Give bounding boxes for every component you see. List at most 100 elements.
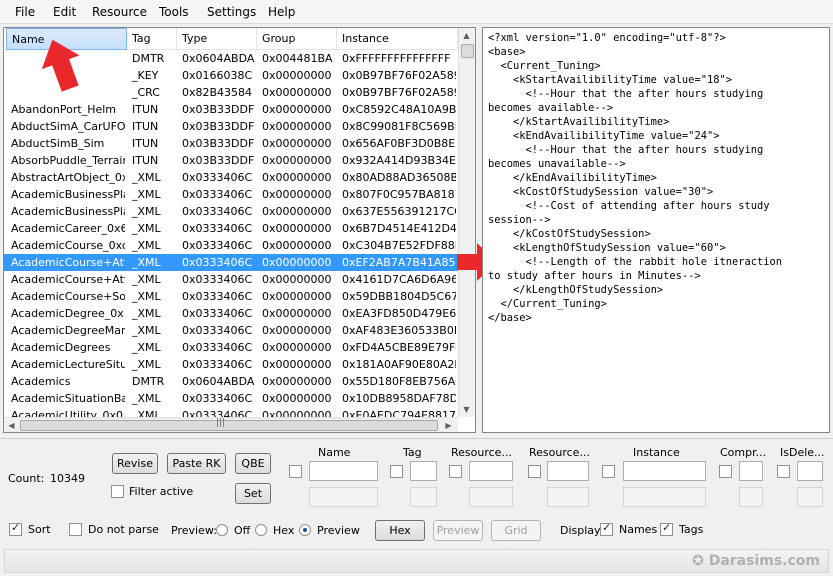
cell-tag: _XML	[132, 307, 161, 320]
filter-name-checkbox[interactable]	[289, 465, 302, 478]
column-header-tag[interactable]: Tag	[127, 28, 177, 50]
table-row[interactable]: AcademicCourse_0xc... _XML 0x0333406C 0x000…	[4, 237, 458, 254]
vertical-scrollbar[interactable]: ▲ ▼	[458, 28, 475, 417]
cell-tag: ITUN	[132, 154, 159, 167]
cell-name: AcademicDegreeMan...	[11, 324, 125, 337]
table-row[interactable]: AbductSimA_CarUFO ITUN 0x03B33DDF 0x0000000…	[4, 118, 458, 135]
revise-button[interactable]: Revise	[112, 453, 158, 474]
table-row[interactable]: AcademicBusinessPla... _XML 0x0333406C 0x00…	[4, 186, 458, 203]
filter-resource-group-checkbox[interactable]	[528, 465, 541, 478]
menu-edit[interactable]: Edit	[53, 5, 76, 19]
hex-button[interactable]: Hex	[375, 520, 425, 541]
scroll-thumb[interactable]	[461, 44, 474, 58]
menu-bar: File Edit Resource Tools Settings Help	[0, 0, 833, 24]
preview-preview-label: Preview	[317, 524, 360, 537]
table-row[interactable]: AcademicCourse+Att... _XML 0x0333406C 0x000…	[4, 271, 458, 288]
table-row[interactable]: AcademicCareer_0x6... _XML 0x0333406C 0x000…	[4, 220, 458, 237]
table-row[interactable]: AcademicUtility_0x0... _XML 0x0333406C 0x00…	[4, 407, 458, 417]
preview-preview-radio[interactable]	[299, 524, 311, 536]
scroll-right-icon[interactable]: ▶	[441, 418, 456, 432]
cell-instance: 0x0B97BF76F02A5899	[342, 69, 456, 82]
table-row[interactable]: AcademicDegrees _XML 0x0333406C 0x00000000 0…	[4, 339, 458, 356]
xml-line: <kLengthOfStudySession value="60">	[488, 242, 726, 254]
cell-instance: 0x0B97BF76F02A5899	[342, 86, 456, 99]
preview-off-radio[interactable]	[216, 524, 228, 536]
cell-group: 0x00000000	[262, 69, 332, 82]
filter-resource-type-checkbox[interactable]	[449, 465, 462, 478]
preview-hex-radio[interactable]	[255, 524, 267, 536]
cell-instance: 0xAF483E360533B0B0	[342, 324, 456, 337]
table-row[interactable]: Academics DMTR 0x0604ABDA 0x00000000 0x55D18…	[4, 373, 458, 390]
table-row[interactable]: AbsorbPuddle_Terrain ITUN 0x03B33DDF 0x0000…	[4, 152, 458, 169]
xml-line: <Current_Tuning>	[488, 60, 601, 72]
set-button[interactable]: Set	[235, 483, 271, 504]
filter-instance-field[interactable]	[623, 461, 706, 481]
scroll-down-icon[interactable]: ▼	[459, 402, 474, 417]
cell-instance: 0x80AD88AD36508B55	[342, 171, 456, 184]
table-row[interactable]: AcademicCourse+So... _XML 0x0333406C 0x0000…	[4, 288, 458, 305]
filter-tag-checkbox[interactable]	[390, 465, 403, 478]
cell-type: 0x0604ABDA	[182, 375, 255, 388]
filter-isdeleted-checkbox[interactable]	[777, 465, 790, 478]
tags-checkbox[interactable]	[660, 521, 673, 536]
hscroll-thumb[interactable]: |||	[20, 418, 438, 431]
cell-instance: 0x55D180F8EB756ACF	[342, 375, 456, 388]
qbe-button[interactable]: QBE	[235, 453, 271, 474]
filter-compressed-field-2	[739, 487, 763, 507]
cell-instance: 0x181A0AF90E80A2E8	[342, 358, 456, 371]
table-row[interactable]: AcademicDegreeMan... _XML 0x0333406C 0x0000…	[4, 322, 458, 339]
table-row[interactable]: AbductSimB_Sim ITUN 0x03B33DDF 0x00000000 0x…	[4, 135, 458, 152]
cell-type: 0x0333406C	[182, 239, 253, 252]
cell-name: AbsorbPuddle_Terrain	[11, 154, 125, 167]
cell-tag: _XML	[132, 409, 161, 417]
cell-name: AcademicCareer_0x6...	[11, 222, 125, 235]
cell-tag: _XML	[132, 205, 161, 218]
menu-settings[interactable]: Settings	[207, 5, 256, 19]
table-row[interactable]: AcademicSituationBa... _XML 0x0333406C 0x00…	[4, 390, 458, 407]
menu-tools[interactable]: Tools	[159, 5, 189, 19]
table-row[interactable]: AbandonPort_Helm ITUN 0x03B33DDF 0x00000000…	[4, 101, 458, 118]
column-header-instance[interactable]: Instance	[337, 28, 458, 50]
filter-resource-type-field[interactable]	[469, 461, 513, 481]
cell-name: AbandonPort_Helm	[11, 103, 117, 116]
menu-resource[interactable]: Resource	[92, 5, 147, 19]
cell-tag: _XML	[132, 171, 161, 184]
cell-tag: DMTR	[132, 52, 165, 65]
cell-tag: _XML	[132, 188, 161, 201]
column-header-type[interactable]: Type	[177, 28, 257, 50]
cell-type: 0x03B33DDF	[182, 103, 255, 116]
cell-tag: ITUN	[132, 137, 159, 150]
table-row[interactable]: AbstractArtObject_0x... _XML 0x0333406C 0x0…	[4, 169, 458, 186]
xml-preview-pane[interactable]: <?xml version="1.0" encoding="utf-8"?> <b…	[482, 27, 830, 433]
scroll-up-icon[interactable]: ▲	[459, 28, 474, 43]
filter-instance-field-2	[623, 487, 706, 507]
horizontal-scrollbar[interactable]: ◀ ||| ▶	[4, 417, 458, 432]
cell-group: 0x00000000	[262, 239, 332, 252]
filter-isdeleted-field[interactable]	[797, 461, 823, 481]
cell-group: 0x00000000	[262, 290, 332, 303]
table-row[interactable]: AcademicBusinessPla... _XML 0x0333406C 0x00…	[4, 203, 458, 220]
table-row[interactable]: AcademicCourse+Att... _XML 0x0333406C 0x000…	[4, 254, 458, 271]
table-row[interactable]: AcademicLectureSitu... _XML 0x0333406C 0x00…	[4, 356, 458, 373]
filter-tag-field[interactable]	[410, 461, 437, 481]
filter-resource-group-field[interactable]	[547, 461, 589, 481]
menu-file[interactable]: File	[15, 5, 35, 19]
display-label: Display:	[560, 524, 604, 537]
filter-instance-checkbox[interactable]	[602, 465, 615, 478]
cell-type: 0x03B33DDF	[182, 137, 255, 150]
do-not-parse-checkbox[interactable]	[69, 523, 82, 536]
sort-checkbox[interactable]	[9, 521, 22, 536]
filter-name-field[interactable]	[309, 461, 378, 481]
filter-active-checkbox[interactable]	[111, 485, 124, 498]
filter-compressed-checkbox[interactable]	[719, 465, 732, 478]
xml-line: </kStartAvailibilityTime>	[488, 116, 670, 128]
table-row[interactable]: AcademicDegree_0x... _XML 0x0333406C 0x0000…	[4, 305, 458, 322]
cell-tag: _XML	[132, 222, 161, 235]
cell-group: 0x00000000	[262, 273, 332, 286]
names-checkbox[interactable]	[600, 521, 613, 536]
scroll-left-icon[interactable]: ◀	[4, 418, 19, 432]
paste-rk-button[interactable]: Paste RK	[167, 453, 226, 474]
menu-help[interactable]: Help	[268, 5, 295, 19]
column-header-group[interactable]: Group	[257, 28, 337, 50]
filter-compressed-field[interactable]	[739, 461, 763, 481]
